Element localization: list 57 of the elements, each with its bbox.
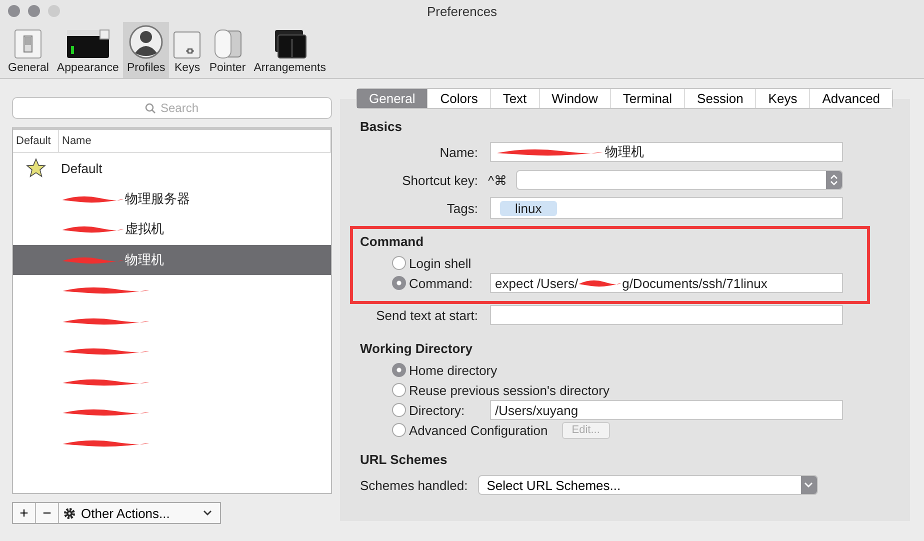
section-heading: Basics [360, 119, 403, 134]
field-label: Shortcut key: [401, 172, 478, 188]
directory-field[interactable]: /Users/xuyang [490, 400, 843, 420]
field-label: Send text at start: [375, 308, 478, 322]
radio-button[interactable]: Command: [392, 276, 490, 290]
windows-icon [272, 29, 307, 59]
toolbar-tab[interactable]: Keys [169, 22, 206, 78]
toolbar-tab[interactable]: Arrangements [250, 22, 330, 78]
profile-name: 物理机 [125, 250, 164, 269]
radio-button[interactable]: Reuse previous session's directory [392, 382, 610, 398]
section-heading: Command [360, 234, 425, 249]
column-header[interactable]: Name [59, 130, 331, 152]
toolbar-tab[interactable]: General [4, 22, 53, 78]
section-heading: Working Directory [360, 341, 474, 356]
toolbar-tab[interactable]: Profiles [122, 22, 170, 78]
tag[interactable]: linux [500, 200, 557, 216]
other-actions-button[interactable]: Other Actions... [59, 503, 220, 523]
gear-icon [63, 506, 76, 520]
url-schemes-dropdown[interactable]: Select URL Schemes... [478, 475, 818, 495]
toolbar-tab[interactable]: Appearance [52, 22, 123, 78]
search-icon [145, 102, 156, 114]
mouse-icon [212, 29, 243, 59]
field-label: Name: [438, 144, 478, 160]
radio-button[interactable]: Advanced Configuration [392, 422, 548, 438]
toolbar-tab[interactable]: Pointer [205, 22, 250, 78]
chevron-down-icon [804, 482, 814, 488]
column-header[interactable]: Default [13, 130, 59, 152]
profile-row[interactable]: Default [13, 153, 331, 184]
minimize-button[interactable] [28, 5, 40, 17]
section-heading: URL Schemes [360, 452, 448, 467]
terminal-icon [66, 29, 110, 59]
keycap-icon [173, 31, 202, 59]
shortcut-field[interactable] [516, 170, 843, 190]
chevron-down-icon [202, 510, 212, 516]
profile-row[interactable]: 物理服务器 [13, 184, 331, 214]
command-field[interactable]: expect /Users/ g/Documents/ssh/71linux [490, 273, 843, 293]
profile-row[interactable]: 物理机 [13, 244, 331, 275]
list-button[interactable]: + [13, 503, 36, 523]
switch-icon [13, 29, 44, 59]
profile-row[interactable]: 虚拟机 [13, 214, 331, 244]
profile-name: Default [61, 160, 102, 176]
profile-name: 虚拟机 [125, 220, 164, 238]
tags-field[interactable]: linux [490, 197, 843, 219]
list-button[interactable]: − [36, 503, 59, 523]
modifier-keys: ^⌘ [488, 172, 516, 188]
radio-button[interactable]: Directory: [392, 402, 490, 418]
close-button[interactable] [8, 5, 20, 17]
name-field[interactable]: 物理机 [490, 142, 843, 162]
radio-button[interactable]: Home directory [392, 362, 498, 378]
field-label: Tags: [446, 200, 478, 216]
profile-name: 物理服务器 [125, 190, 190, 208]
person-icon [129, 25, 164, 59]
field-label: Schemes handled: [360, 478, 468, 492]
radio-button[interactable]: Login shell [392, 256, 490, 270]
send-text-field[interactable] [490, 305, 843, 325]
stepper-icon [826, 171, 842, 189]
window-title: Preferences [426, 4, 498, 18]
